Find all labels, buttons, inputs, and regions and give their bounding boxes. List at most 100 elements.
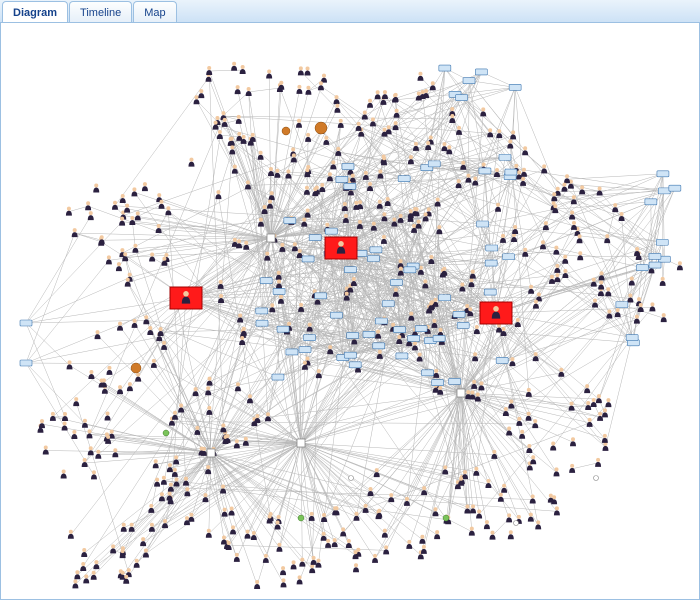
person-node[interactable] bbox=[430, 81, 436, 90]
person-node[interactable] bbox=[266, 69, 272, 78]
person-node[interactable] bbox=[140, 537, 146, 546]
person-node[interactable] bbox=[291, 560, 297, 569]
person-node[interactable] bbox=[327, 345, 333, 354]
person-node[interactable] bbox=[434, 530, 440, 539]
person-node[interactable] bbox=[501, 484, 507, 493]
entity-bluebox[interactable] bbox=[656, 239, 668, 245]
entity-bluebox[interactable] bbox=[286, 349, 298, 355]
person-node[interactable] bbox=[280, 566, 286, 575]
person-node[interactable] bbox=[385, 197, 391, 206]
person-node[interactable] bbox=[235, 382, 241, 391]
person-node[interactable] bbox=[268, 167, 274, 176]
person-node[interactable] bbox=[106, 366, 112, 375]
person-node[interactable] bbox=[112, 448, 118, 457]
person-node[interactable] bbox=[464, 504, 470, 513]
person-node[interactable] bbox=[489, 531, 495, 540]
entity-bluebox[interactable] bbox=[256, 308, 268, 314]
person-node[interactable] bbox=[346, 539, 352, 548]
person-node[interactable] bbox=[127, 382, 133, 391]
entity-bluebox[interactable] bbox=[645, 199, 657, 205]
entity-bluebox[interactable] bbox=[479, 168, 491, 174]
entity-bluebox[interactable] bbox=[260, 278, 272, 284]
person-node[interactable] bbox=[508, 530, 514, 539]
person-node[interactable] bbox=[85, 201, 91, 210]
person-node[interactable] bbox=[50, 412, 56, 421]
entity-bluebox[interactable] bbox=[503, 254, 515, 260]
entity-bluebox[interactable] bbox=[463, 78, 475, 84]
entity-bluebox[interactable] bbox=[505, 169, 517, 175]
person-node[interactable] bbox=[602, 442, 608, 451]
person-node[interactable] bbox=[510, 130, 516, 139]
person-node[interactable] bbox=[120, 194, 126, 203]
person-node[interactable] bbox=[188, 513, 194, 522]
person-node[interactable] bbox=[154, 478, 160, 487]
person-node[interactable] bbox=[417, 72, 423, 81]
person-node[interactable] bbox=[530, 455, 536, 464]
entity-bluebox[interactable] bbox=[439, 65, 451, 71]
person-node[interactable] bbox=[470, 504, 476, 513]
person-node[interactable] bbox=[206, 66, 212, 75]
entity-bluebox[interactable] bbox=[349, 362, 361, 368]
entity-bluebox[interactable] bbox=[20, 320, 32, 326]
person-node[interactable] bbox=[80, 562, 86, 571]
tab-diagram[interactable]: Diagram bbox=[2, 1, 68, 23]
person-node[interactable] bbox=[382, 90, 388, 99]
person-node[interactable] bbox=[474, 325, 480, 334]
person-node[interactable] bbox=[121, 523, 127, 532]
entity-bluebox[interactable] bbox=[636, 265, 648, 271]
person-node[interactable] bbox=[564, 174, 570, 183]
person-node[interactable] bbox=[509, 357, 515, 366]
hub-node[interactable] bbox=[267, 234, 275, 242]
person-node[interactable] bbox=[93, 560, 99, 569]
entity-bluebox[interactable] bbox=[428, 161, 440, 167]
person-node[interactable] bbox=[206, 529, 212, 538]
sphere-node[interactable] bbox=[282, 127, 290, 135]
entity-bluebox[interactable] bbox=[344, 267, 356, 273]
person-node[interactable] bbox=[309, 564, 315, 573]
entity-bluebox[interactable] bbox=[415, 326, 427, 332]
person-node[interactable] bbox=[62, 421, 68, 430]
entity-bluebox[interactable] bbox=[325, 228, 337, 234]
entity-bluebox[interactable] bbox=[382, 301, 394, 307]
entity-bluebox[interactable] bbox=[342, 163, 354, 169]
person-node[interactable] bbox=[215, 190, 221, 199]
person-node[interactable] bbox=[491, 450, 497, 459]
entity-bluebox[interactable] bbox=[649, 253, 661, 259]
person-node[interactable] bbox=[353, 563, 359, 572]
entity-bluebox[interactable] bbox=[496, 357, 508, 363]
entity-bluebox[interactable] bbox=[453, 311, 465, 317]
person-node[interactable] bbox=[554, 506, 560, 515]
person-node[interactable] bbox=[602, 408, 608, 417]
person-node[interactable] bbox=[515, 318, 521, 327]
entity-bluebox[interactable] bbox=[370, 247, 382, 253]
entity-bluebox[interactable] bbox=[433, 335, 445, 341]
hub-node[interactable] bbox=[457, 389, 465, 397]
entity-bluebox[interactable] bbox=[373, 343, 385, 349]
person-node[interactable] bbox=[388, 493, 394, 502]
person-node[interactable] bbox=[39, 419, 45, 428]
person-node[interactable] bbox=[296, 85, 302, 94]
person-node[interactable] bbox=[532, 419, 538, 428]
person-node[interactable] bbox=[135, 211, 141, 220]
person-node[interactable] bbox=[62, 412, 68, 421]
person-node[interactable] bbox=[561, 183, 567, 192]
person-node[interactable] bbox=[299, 558, 305, 567]
person-node[interactable] bbox=[61, 469, 67, 478]
person-node[interactable] bbox=[217, 130, 223, 139]
white-marker[interactable] bbox=[594, 476, 599, 481]
entity-bluebox[interactable] bbox=[398, 176, 410, 182]
entity-bluebox[interactable] bbox=[390, 280, 402, 286]
person-node[interactable] bbox=[148, 504, 154, 513]
white-marker[interactable] bbox=[514, 521, 519, 526]
entity-bluebox[interactable] bbox=[449, 378, 461, 384]
person-node[interactable] bbox=[584, 384, 590, 393]
person-node[interactable] bbox=[340, 527, 346, 536]
person-node[interactable] bbox=[305, 66, 311, 75]
entity-bluebox[interactable] bbox=[456, 95, 468, 101]
tab-map[interactable]: Map bbox=[133, 1, 176, 23]
person-node[interactable] bbox=[81, 548, 87, 557]
entity-bluebox[interactable] bbox=[475, 69, 487, 75]
person-node[interactable] bbox=[660, 277, 666, 286]
entity-bluebox[interactable] bbox=[299, 347, 311, 353]
entity-bluebox[interactable] bbox=[509, 84, 521, 90]
